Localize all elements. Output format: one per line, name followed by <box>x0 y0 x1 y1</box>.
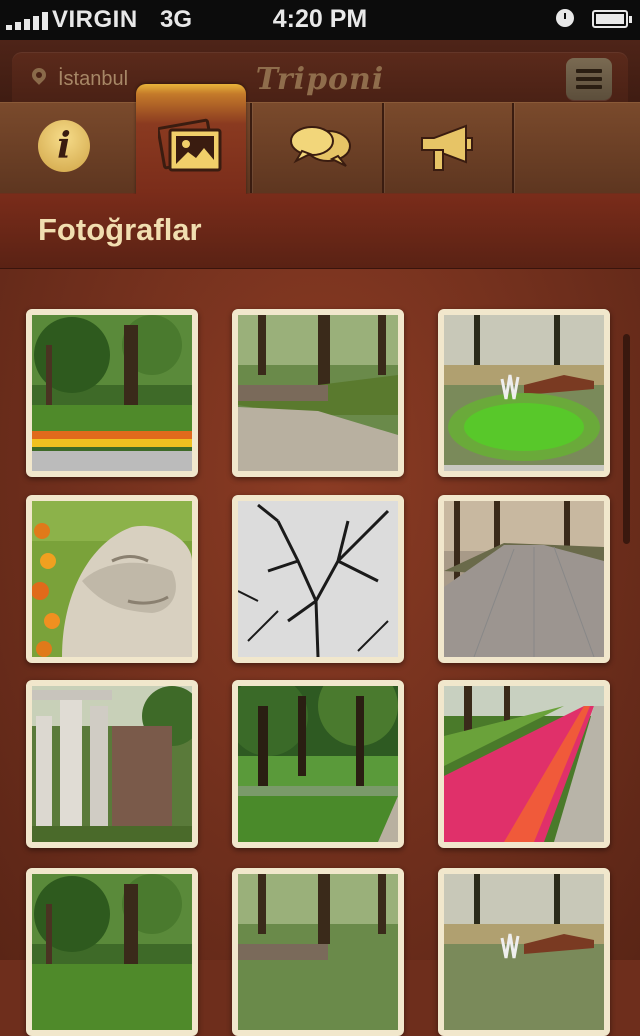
photo-tulip-park <box>32 874 192 1030</box>
photo-thumbnail[interactable] <box>26 495 198 663</box>
photo-thumbnail[interactable] <box>232 680 404 848</box>
photo-thumbnail[interactable] <box>26 309 198 477</box>
photo-garden-path <box>238 315 398 471</box>
photo-paved-walkway <box>444 501 604 657</box>
photo-fountain-pond <box>444 315 604 471</box>
list-menu-icon-line <box>576 77 602 81</box>
photo-thumbnail[interactable] <box>232 495 404 663</box>
list-menu-icon-line <box>576 85 602 89</box>
page-title: Fotoğraflar <box>38 212 202 247</box>
photo-thumbnail[interactable] <box>438 495 610 663</box>
photo-garden-path <box>238 874 398 1030</box>
list-menu-icon <box>576 69 602 73</box>
battery-level <box>596 14 624 24</box>
alarm-clock-icon <box>556 9 574 27</box>
megaphone-icon[interactable] <box>420 124 474 172</box>
photo-ruins-columns <box>32 686 192 842</box>
photo-bare-branches <box>238 501 398 657</box>
photo-thumbnail[interactable] <box>438 680 610 848</box>
info-icon[interactable]: i <box>38 120 90 172</box>
photo-thumbnail[interactable] <box>26 680 198 848</box>
photo-lion-statue <box>32 501 192 657</box>
app-logo: Triponi <box>255 62 385 97</box>
photo-thumbnail[interactable] <box>438 868 610 1036</box>
status-time: 4:20 PM <box>272 5 368 33</box>
photo-icon[interactable] <box>158 116 224 172</box>
photo-thumbnail[interactable] <box>232 868 404 1036</box>
photo-tulip-park <box>32 315 192 471</box>
photo-fountain-pond <box>444 874 604 1030</box>
photo-thumbnail[interactable] <box>26 868 198 1036</box>
menu-button[interactable] <box>566 58 612 100</box>
photo-lawn-trees <box>238 686 398 842</box>
photo-thumbnail[interactable] <box>438 309 610 477</box>
photo-tulip-beds <box>444 686 604 842</box>
tab-empty <box>512 103 640 193</box>
status-bar: VIRGIN 3G 4:20 PM <box>0 0 640 40</box>
battery-icon <box>592 10 632 28</box>
photo-thumbnail[interactable] <box>232 309 404 477</box>
scroll-indicator[interactable] <box>623 334 630 544</box>
chat-bubbles-icon[interactable] <box>290 124 352 170</box>
